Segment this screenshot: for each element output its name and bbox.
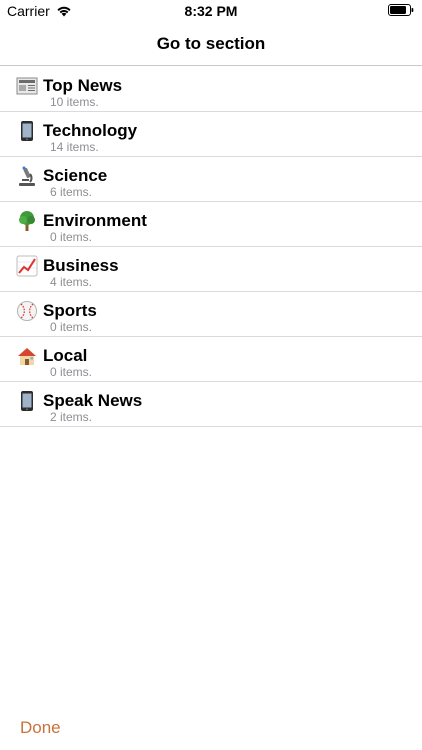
screen: Carrier 8:32 PM Go to section Top News 1… [0, 0, 422, 750]
mobile-phone-icon [21, 391, 33, 411]
section-row-technology[interactable]: Technology 14 items. [0, 112, 422, 157]
section-row-business[interactable]: Business 4 items. [0, 247, 422, 292]
section-count: 4 items. [50, 275, 93, 289]
house-icon [18, 348, 36, 365]
page-title: Go to section [156, 34, 266, 53]
section-title: Science [43, 166, 108, 185]
section-title: Sports [43, 301, 97, 320]
navigation-bar: Go to section [0, 22, 422, 66]
battery-icon [388, 4, 414, 16]
section-row-science[interactable]: Science 6 items. [0, 157, 422, 202]
section-title: Environment [43, 211, 147, 230]
section-count: 14 items. [50, 140, 99, 154]
section-row-sports[interactable]: Sports 0 items. [0, 292, 422, 337]
mobile-phone-icon [21, 121, 33, 141]
section-count: 10 items. [50, 95, 99, 109]
section-title: Top News [43, 76, 123, 95]
newspaper-icon [16, 77, 38, 95]
section-row-speak-news[interactable]: Speak News 2 items. [0, 382, 422, 427]
section-row-local[interactable]: Local 0 items. [0, 337, 422, 382]
section-count: 0 items. [50, 320, 93, 334]
section-row-top-news[interactable]: Top News 10 items. [0, 67, 422, 112]
section-count: 6 items. [50, 185, 93, 199]
section-title: Speak News [43, 391, 143, 410]
section-count: 0 items. [50, 230, 93, 244]
tree-icon [19, 211, 35, 231]
section-count: 0 items. [50, 365, 93, 379]
status-bar: Carrier 8:32 PM [0, 0, 422, 22]
section-list: Top News 10 items. Technology 14 items. … [0, 67, 422, 427]
clock: 8:32 PM [184, 3, 238, 19]
microscope-icon [19, 166, 35, 186]
section-row-environment[interactable]: Environment 0 items. [0, 202, 422, 247]
chart-increasing-icon [16, 255, 38, 277]
done-button[interactable]: Done [20, 718, 61, 738]
baseball-icon [17, 301, 37, 321]
section-title: Local [43, 346, 88, 365]
section-title: Technology [43, 121, 138, 140]
section-count: 2 items. [50, 410, 93, 424]
section-title: Business [43, 256, 119, 275]
